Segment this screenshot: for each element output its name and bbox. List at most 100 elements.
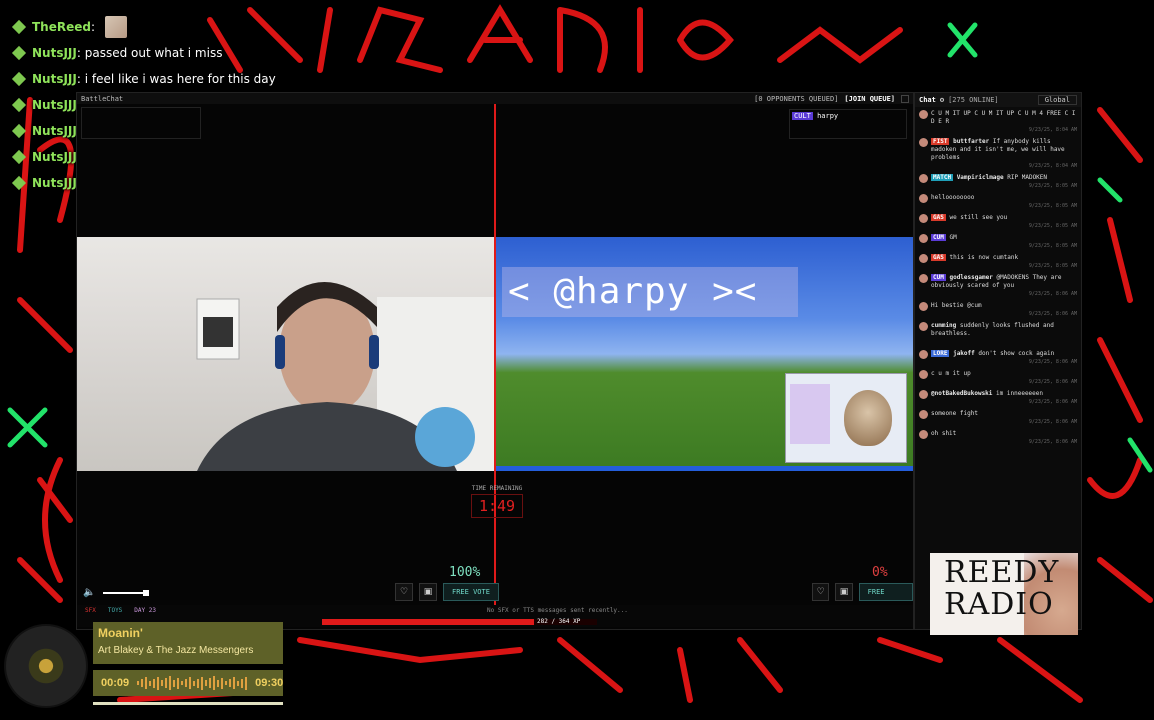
desktop-window xyxy=(785,373,907,463)
emote-icon xyxy=(104,16,127,38)
window-sidebar xyxy=(790,384,830,444)
waveform-bar xyxy=(161,680,164,686)
waveform-bar xyxy=(213,676,216,690)
waveform-bar xyxy=(149,680,152,686)
track-artist: Art Blakey & The Jazz Messengers xyxy=(98,645,254,656)
waveform-bar xyxy=(237,680,240,686)
chat-timestamp: 9/23/25, 8:05 AM xyxy=(1028,223,1077,229)
online-count: [275 ONLINE] xyxy=(948,96,999,104)
cult-badge: CULT xyxy=(792,112,813,120)
gear-icon[interactable]: ⚙ xyxy=(940,96,944,104)
waveform-bar xyxy=(181,681,184,685)
sfx-tab[interactable]: SFX xyxy=(85,607,96,614)
left-vote-controls: ♡ ▣ FREE VOTE xyxy=(395,583,499,601)
chat-badge: FIST xyxy=(931,138,950,145)
chat-username[interactable]: jakoff xyxy=(953,350,975,357)
avatar xyxy=(919,390,928,399)
chat-username[interactable]: Vampiriclmage xyxy=(957,174,1004,181)
volume-control[interactable]: 🔈 xyxy=(83,587,150,598)
chat-username[interactable]: cumming xyxy=(931,322,956,329)
reedy-radio-logo: REEDY RADIO xyxy=(930,553,1078,635)
waveform-bar xyxy=(209,678,212,688)
overlay-chat-user: NutsJJJ xyxy=(32,150,77,164)
now-playing-widget: Moanin' Art Blakey & The Jazz Messengers… xyxy=(4,622,286,708)
chat-message: FIST buttfarter If anybody kills madoken… xyxy=(915,135,1081,171)
avatar xyxy=(919,410,928,419)
chat-text: someone fight xyxy=(931,410,978,417)
chat-username[interactable]: buttfarter xyxy=(953,138,989,145)
chat-timestamp: 9/23/25, 8:06 AM xyxy=(1028,291,1077,297)
chat-text: helloooooooo xyxy=(931,194,975,201)
chat-text: this is now cumtank xyxy=(949,254,1019,261)
waveform-bar xyxy=(145,677,148,689)
time-remaining-label: TIME REMAINING xyxy=(471,485,523,492)
overlay-chat-user: NutsJJJ xyxy=(32,72,77,86)
gift-icon[interactable]: ▣ xyxy=(419,583,437,601)
volume-knob[interactable] xyxy=(143,589,150,596)
overlay-chat-user: NutsJJJ xyxy=(32,176,77,190)
track-time-card: 00:09 09:30 xyxy=(93,670,283,696)
chat-username[interactable]: godlessgamer xyxy=(949,274,992,281)
heart-icon[interactable]: ♡ xyxy=(812,583,830,601)
webcam-scene xyxy=(196,282,494,471)
waveform-bar xyxy=(177,677,180,689)
chat-text: Hi bestie @cum xyxy=(931,302,982,309)
chat-text: c u m it up xyxy=(931,370,971,377)
waveform-bar xyxy=(141,679,144,687)
chat-badge: GAS xyxy=(931,254,946,261)
toys-tab[interactable]: TOYS xyxy=(108,607,122,614)
overlay-chat-sep: : xyxy=(90,20,96,34)
cat-image xyxy=(844,390,892,446)
chat-timestamp: 9/23/25, 8:05 AM xyxy=(1028,263,1077,269)
chat-message: GAS this is now cumtank 9/23/25, 8:05 AM xyxy=(915,251,1081,271)
avatar xyxy=(919,274,928,283)
avatar xyxy=(919,350,928,359)
overlay-chat-sep: : xyxy=(76,46,81,60)
right-player-name: harpy xyxy=(817,112,839,120)
chat-timestamp: 9/23/25, 8:04 AM xyxy=(1028,163,1077,169)
chat-text: we still see you xyxy=(949,214,1008,221)
overlay-chat-message: TheReed: xyxy=(8,14,428,40)
waveform-bar xyxy=(205,680,208,686)
opponents-queued: [0 OPPONENTS QUEUED] xyxy=(754,94,839,103)
avatar xyxy=(919,194,928,203)
sfx-status-message: No SFX or TTS messages sent recently... xyxy=(487,607,628,614)
overlay-chat-sep: : xyxy=(76,72,81,86)
right-free-vote-button[interactable]: FREE VOTE xyxy=(858,583,913,612)
diamond-icon xyxy=(11,19,27,35)
chat-scope-select[interactable]: Global xyxy=(1037,95,1077,105)
avatar xyxy=(919,254,928,263)
chat-message: oh shit 9/23/25, 8:06 AM xyxy=(915,427,1081,447)
join-queue-button[interactable]: [JOIN QUEUE] xyxy=(844,95,895,103)
chat-message: MATCH Vampiriclmage RIP MADOKEN 9/23/25, … xyxy=(915,171,1081,191)
waveform-bar xyxy=(201,676,204,690)
chat-username[interactable]: @notBakedBukowski xyxy=(931,390,992,397)
heart-icon[interactable]: ♡ xyxy=(395,583,413,601)
overlay-chat-message: NutsJJJ: passed out what i miss xyxy=(8,40,428,66)
gift-icon[interactable]: ▣ xyxy=(835,583,853,601)
chat-panel: Chat ⚙ [275 ONLINE] Global C U M IT UP C… xyxy=(914,92,1082,630)
left-player-tag xyxy=(81,107,201,139)
chat-message: someone fight 9/23/25, 8:06 AM xyxy=(915,407,1081,427)
chat-header: Chat ⚙ [275 ONLINE] Global xyxy=(915,93,1081,107)
avatar xyxy=(919,110,928,119)
chat-text: If anybody kills madoken and it isn't me… xyxy=(931,138,1065,161)
waveform-bar xyxy=(137,681,140,685)
diamond-icon xyxy=(11,149,27,165)
elapsed-time: 00:09 xyxy=(101,677,130,689)
close-icon[interactable] xyxy=(901,94,909,103)
speaker-icon[interactable]: 🔈 xyxy=(83,587,95,598)
overlay-chat-user: NutsJJJ xyxy=(32,46,77,60)
left-free-vote-button[interactable]: FREE VOTE xyxy=(443,583,499,601)
right-player-tag: CULT harpy xyxy=(789,109,907,139)
waveform-bar xyxy=(185,679,188,687)
waveform-bar xyxy=(245,676,248,690)
chat-timestamp: 9/23/25, 8:05 AM xyxy=(1028,243,1077,249)
overlay-chat-text: passed out what i miss xyxy=(84,46,223,60)
right-screen-share: < @harpy >< xyxy=(496,237,913,471)
chat-badge: CUM xyxy=(931,274,946,281)
overlay-chat-message: NutsJJJ: i feel like i was here for this… xyxy=(8,66,428,92)
chat-timestamp: 9/23/25, 8:06 AM xyxy=(1028,439,1077,445)
left-vote-percent: 100% xyxy=(449,565,481,580)
volume-slider[interactable] xyxy=(103,589,150,596)
